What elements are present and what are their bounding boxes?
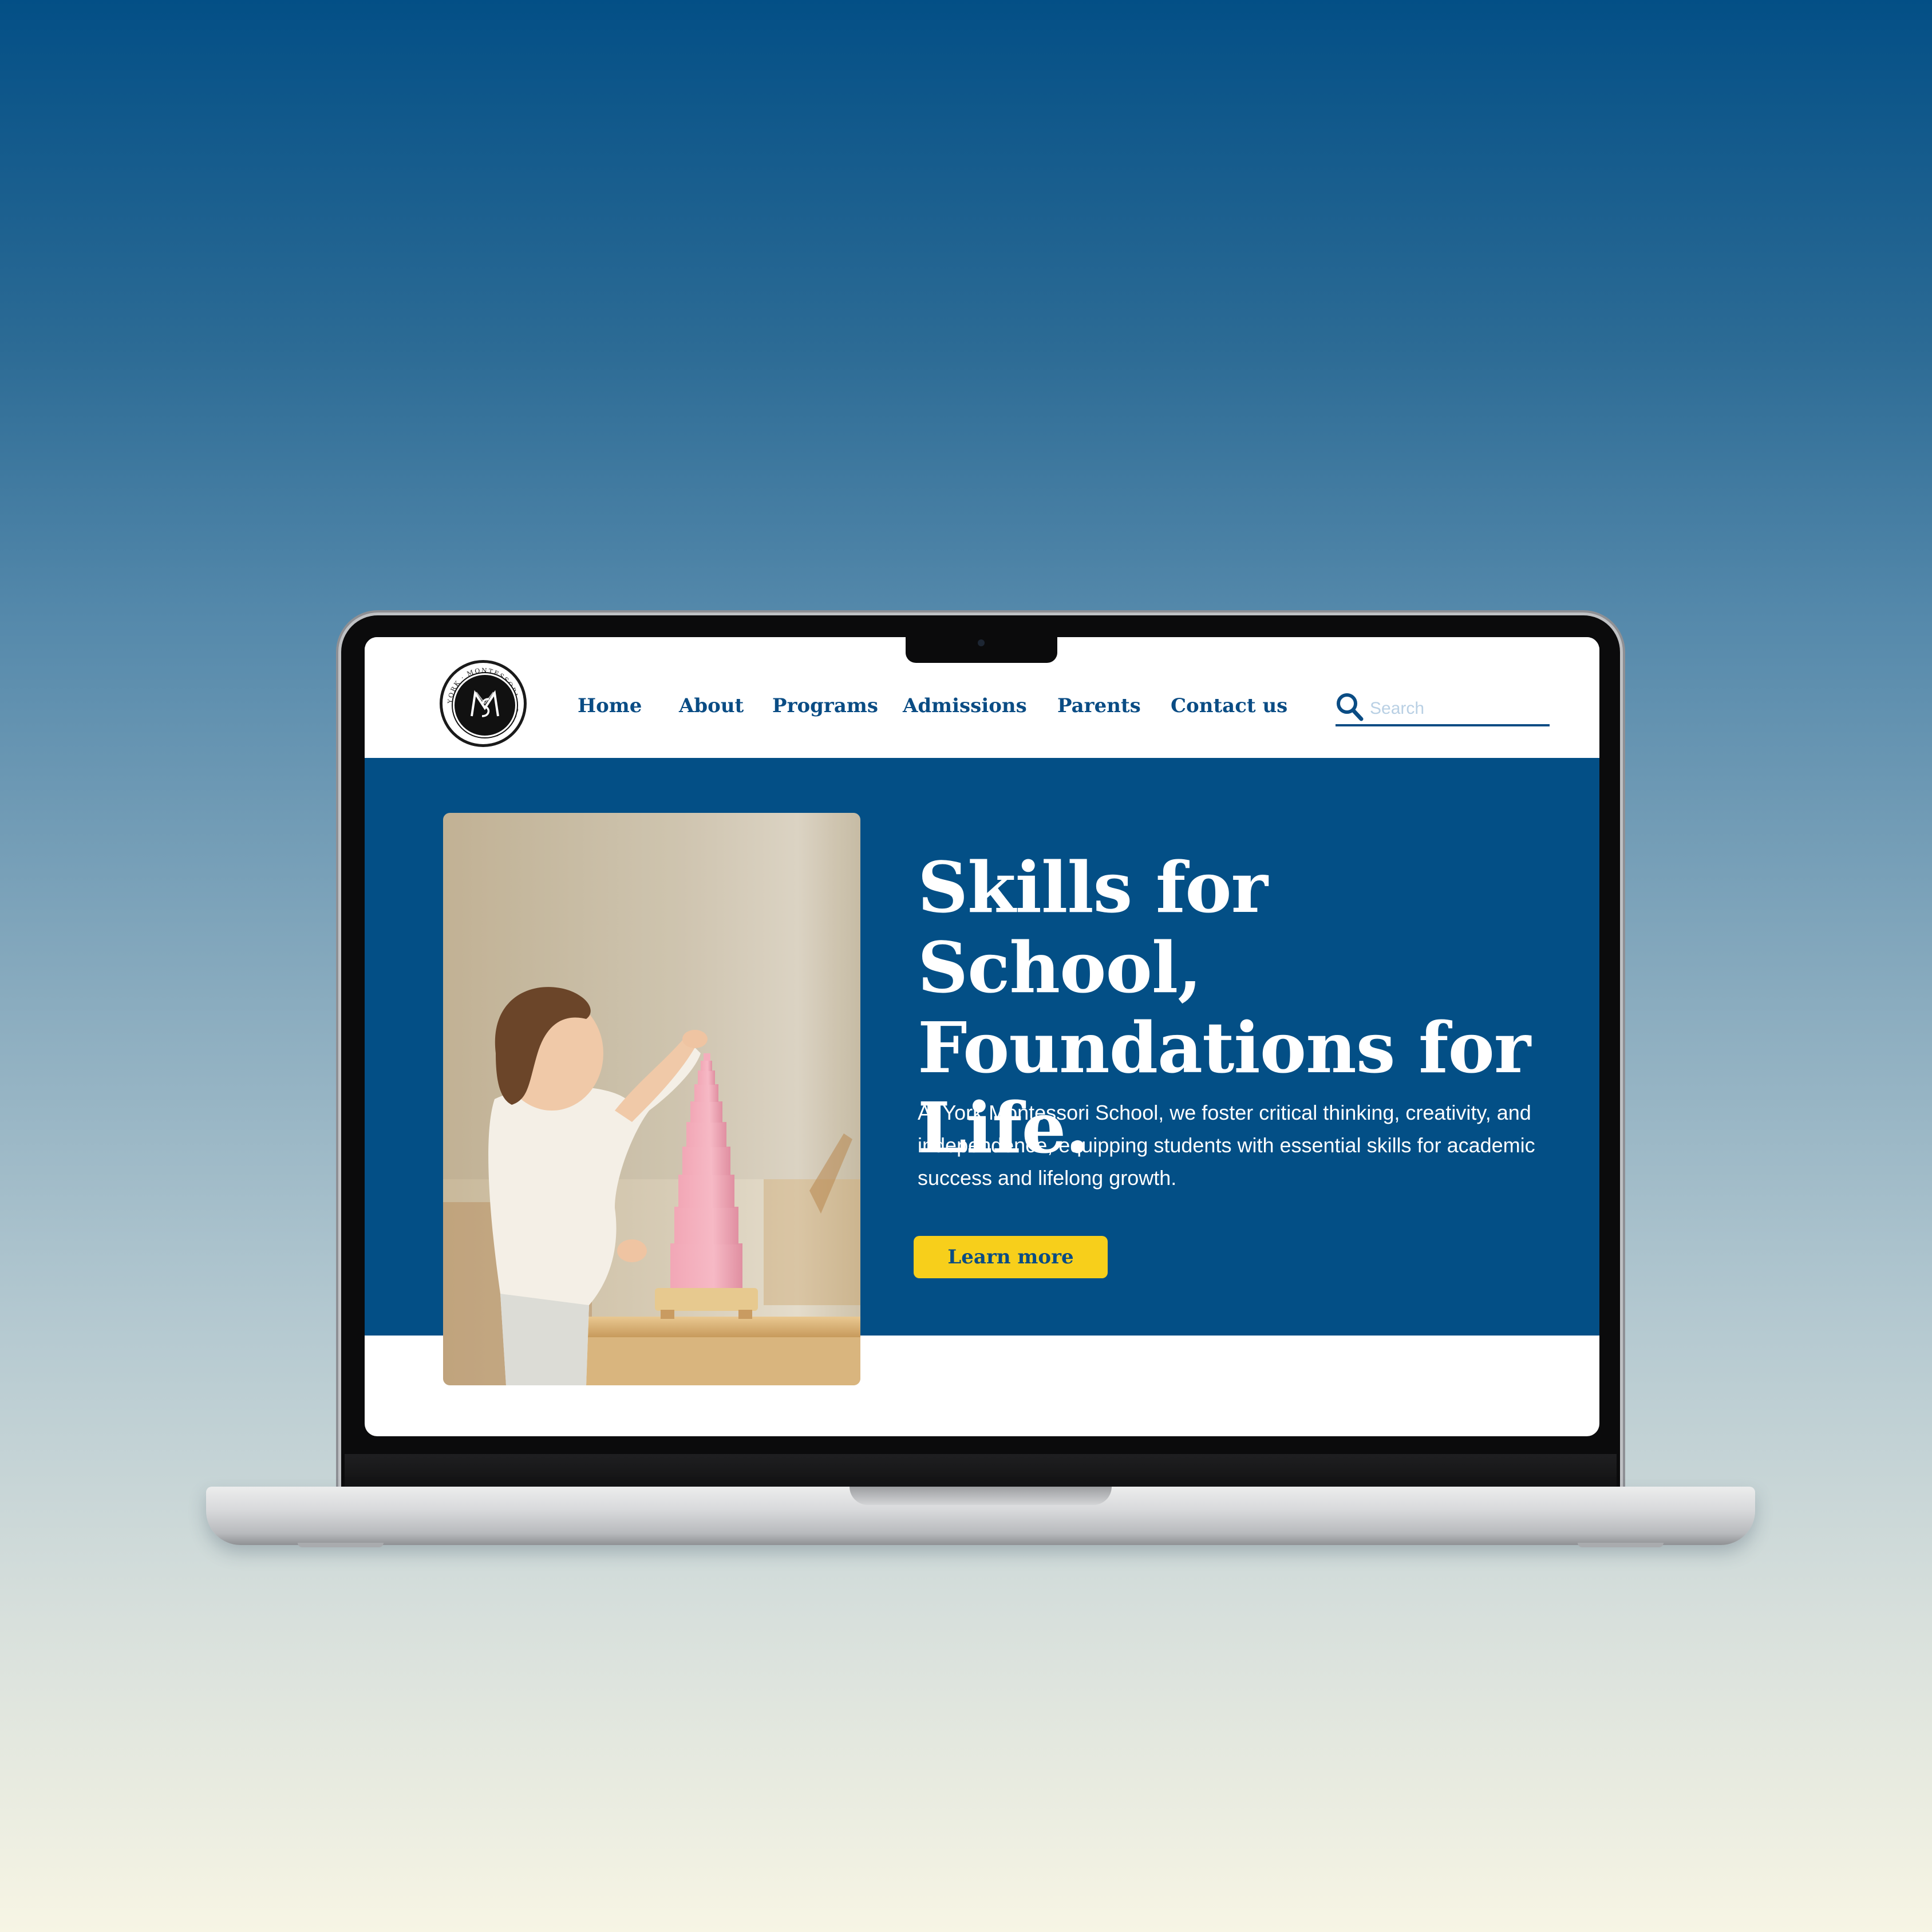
laptop-chin [345, 1454, 1617, 1487]
search-input[interactable] [1369, 697, 1543, 721]
nav-programs[interactable]: Programs [772, 694, 878, 717]
child-with-pink-tower-photo [443, 813, 860, 1385]
laptop-opening-notch [850, 1487, 1112, 1505]
nav-parents[interactable]: Parents [1057, 694, 1141, 717]
nav-home[interactable]: Home [578, 694, 642, 717]
search-bar [1336, 692, 1550, 726]
hero-image [443, 813, 860, 1385]
nav-about[interactable]: About [679, 694, 744, 717]
laptop-foot-right [1578, 1543, 1664, 1547]
nav-admissions[interactable]: Admissions [903, 694, 1027, 717]
hero-description: At York Montessori School, we foster cri… [918, 1101, 1535, 1190]
laptop-screen: YORK · MONTESSORI · SCHOOL Home About Pr… [365, 637, 1599, 1436]
camera-icon [978, 639, 985, 646]
learn-more-button[interactable]: Learn more [914, 1236, 1108, 1278]
nav-contact-us[interactable]: Contact us [1171, 694, 1287, 717]
search-icon[interactable] [1336, 692, 1364, 722]
laptop-foot-left [298, 1543, 384, 1547]
